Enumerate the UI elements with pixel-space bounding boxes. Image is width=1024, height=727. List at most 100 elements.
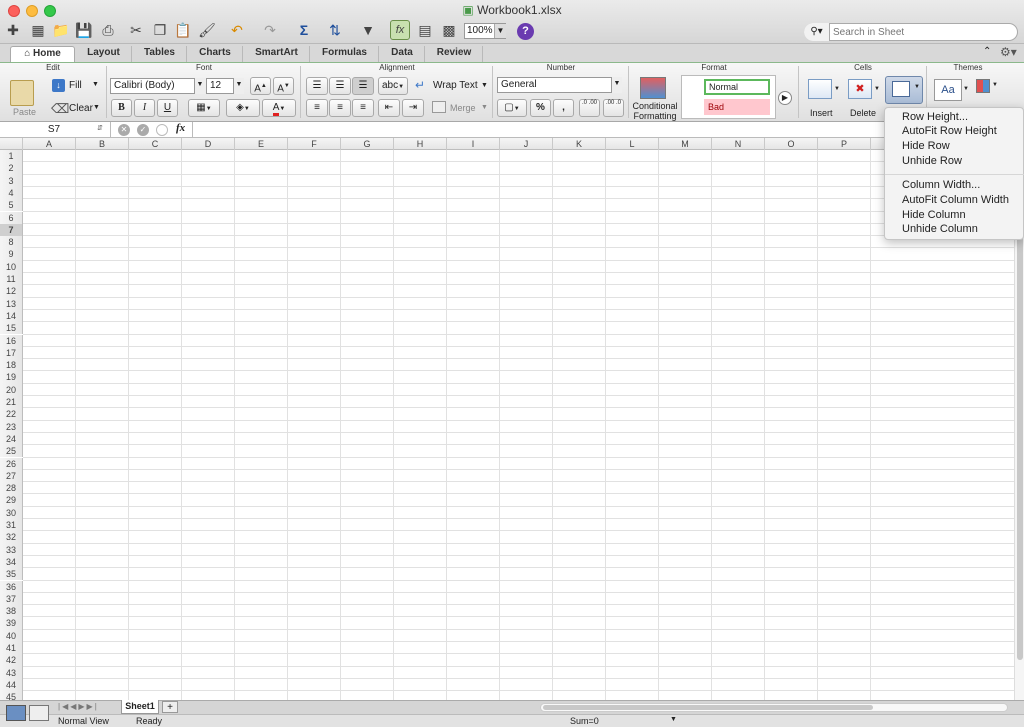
chevron-down-icon[interactable]: ▼: [481, 104, 488, 111]
row-header-7[interactable]: 7: [0, 223, 23, 237]
row-header-20[interactable]: 20: [0, 383, 23, 396]
row-header-6[interactable]: 6: [0, 211, 23, 224]
toolbox-icon[interactable]: ▩: [439, 20, 459, 40]
row-header-1[interactable]: 1: [0, 150, 23, 163]
accounting-format-button[interactable]: ▢▼: [497, 99, 527, 117]
tab-home[interactable]: ⌂ Home: [10, 46, 75, 62]
filter-icon[interactable]: ▼: [358, 20, 378, 40]
row-header-35[interactable]: 35: [0, 568, 23, 581]
row-header-12[interactable]: 12: [0, 285, 23, 298]
tab-charts[interactable]: Charts: [188, 46, 243, 62]
borders-button[interactable]: ▦▼: [188, 99, 220, 117]
cancel-icon[interactable]: ✕: [118, 124, 130, 136]
chevron-down-icon[interactable]: ▼: [611, 77, 622, 93]
clear-button[interactable]: Clear: [69, 103, 93, 114]
increase-decimal-button[interactable]: .0 .00: [579, 99, 600, 117]
decrease-indent-button[interactable]: ⇤: [378, 99, 400, 117]
row-header-42[interactable]: 42: [0, 654, 23, 667]
row-header-26[interactable]: 26: [0, 457, 23, 470]
row-header-2[interactable]: 2: [0, 162, 23, 175]
name-box[interactable]: S7: [0, 123, 108, 137]
row-header-36[interactable]: 36: [0, 580, 23, 593]
copy-icon[interactable]: ❐: [150, 20, 170, 40]
column-header-n[interactable]: N: [712, 138, 765, 150]
delete-button[interactable]: Delete: [850, 108, 876, 118]
print-icon[interactable]: ⎙: [98, 20, 118, 40]
row-header-29[interactable]: 29: [0, 494, 23, 507]
conditional-formatting-button[interactable]: Conditional Formatting: [632, 101, 678, 121]
add-sheet-button[interactable]: +: [162, 701, 178, 713]
formula-builder-icon[interactable]: fx: [390, 20, 410, 40]
format-cells-button[interactable]: ▼: [885, 76, 923, 104]
row-header-39[interactable]: 39: [0, 617, 23, 630]
tab-formulas[interactable]: Formulas: [311, 46, 379, 62]
column-header-c[interactable]: C: [129, 138, 182, 150]
collapse-ribbon-icon[interactable]: ⌃: [983, 46, 991, 57]
format-painter-icon[interactable]: 🖌: [197, 20, 217, 40]
decrease-decimal-button[interactable]: .00 .0: [603, 99, 624, 117]
paste-icon[interactable]: 📋: [173, 20, 193, 40]
tab-layout[interactable]: Layout: [76, 46, 132, 62]
chevron-down-icon[interactable]: ▼: [93, 104, 100, 111]
search-input[interactable]: [833, 25, 1013, 39]
chevron-down-icon[interactable]: ▼: [194, 78, 205, 94]
row-header-14[interactable]: 14: [0, 309, 23, 323]
align-top-button[interactable]: ☰: [306, 77, 328, 95]
row-header-8[interactable]: 8: [0, 236, 23, 249]
column-header-j[interactable]: J: [500, 138, 553, 150]
row-header-4[interactable]: 4: [0, 186, 23, 200]
row-header-30[interactable]: 30: [0, 506, 23, 519]
chevron-down-icon[interactable]: ▼: [233, 78, 244, 94]
align-bottom-button[interactable]: ☰: [352, 77, 374, 95]
row-header-23[interactable]: 23: [0, 420, 23, 433]
row-header-18[interactable]: 18: [0, 359, 23, 372]
row-header-40[interactable]: 40: [0, 629, 23, 642]
number-format-select[interactable]: General: [497, 77, 622, 93]
row-header-27[interactable]: 27: [0, 469, 23, 483]
row-header-34[interactable]: 34: [0, 555, 23, 569]
row-header-43[interactable]: 43: [0, 666, 23, 679]
open-folder-icon[interactable]: 📁: [51, 20, 71, 40]
chevron-down-icon[interactable]: ▼: [963, 86, 969, 92]
row-header-3[interactable]: 3: [0, 174, 23, 187]
tab-review[interactable]: Review: [426, 46, 483, 62]
insert-button[interactable]: Insert: [810, 108, 833, 118]
chevron-down-icon[interactable]: ▼: [874, 86, 880, 92]
tab-smartart[interactable]: SmartArt: [244, 46, 310, 62]
chevron-down-icon[interactable]: ▼: [494, 24, 506, 38]
menu-item-hide-row[interactable]: Hide Row: [902, 139, 950, 154]
chevron-down-icon[interactable]: ▼: [92, 81, 99, 88]
increase-font-size-button[interactable]: A▲: [250, 77, 271, 95]
fill-down-icon[interactable]: ↓: [52, 79, 65, 92]
conditional-formatting-icon[interactable]: [640, 77, 666, 99]
column-header-a[interactable]: A: [23, 138, 76, 150]
function-icon[interactable]: [156, 124, 168, 136]
style-bad[interactable]: Bad: [704, 99, 770, 115]
menu-item-unhide-column[interactable]: Unhide Column: [902, 222, 978, 237]
increase-indent-button[interactable]: ⇥: [402, 99, 424, 117]
help-icon[interactable]: ?: [517, 23, 534, 40]
align-center-button[interactable]: ≡: [329, 99, 351, 117]
confirm-icon[interactable]: ✓: [137, 124, 149, 136]
select-all-corner[interactable]: [0, 138, 23, 150]
menu-item-autofit-column-width[interactable]: AutoFit Column Width: [902, 193, 1009, 208]
row-header-11[interactable]: 11: [0, 273, 23, 286]
wrap-text-button[interactable]: Wrap Text: [433, 80, 478, 91]
align-right-button[interactable]: ≡: [352, 99, 374, 117]
chevron-down-icon[interactable]: ▼: [670, 716, 677, 723]
align-middle-button[interactable]: ☰: [329, 77, 351, 95]
sum-display[interactable]: Sum=0: [570, 716, 599, 726]
show-media-icon[interactable]: ▤: [415, 20, 435, 40]
redo-icon[interactable]: ↷: [260, 20, 280, 40]
new-workbook-icon[interactable]: ✚: [3, 20, 23, 40]
row-header-44[interactable]: 44: [0, 678, 23, 692]
row-header-22[interactable]: 22: [0, 408, 23, 421]
undo-icon[interactable]: ↶: [227, 20, 247, 40]
gallery-next-icon[interactable]: ▶: [778, 91, 792, 105]
column-header-f[interactable]: F: [288, 138, 341, 150]
magnifier-icon[interactable]: ⚲▾: [804, 23, 830, 41]
chevron-down-icon[interactable]: ▼: [834, 86, 840, 92]
tab-tables[interactable]: Tables: [133, 46, 187, 62]
themes-button[interactable]: Aa: [934, 79, 962, 101]
style-normal[interactable]: Normal: [704, 79, 770, 95]
